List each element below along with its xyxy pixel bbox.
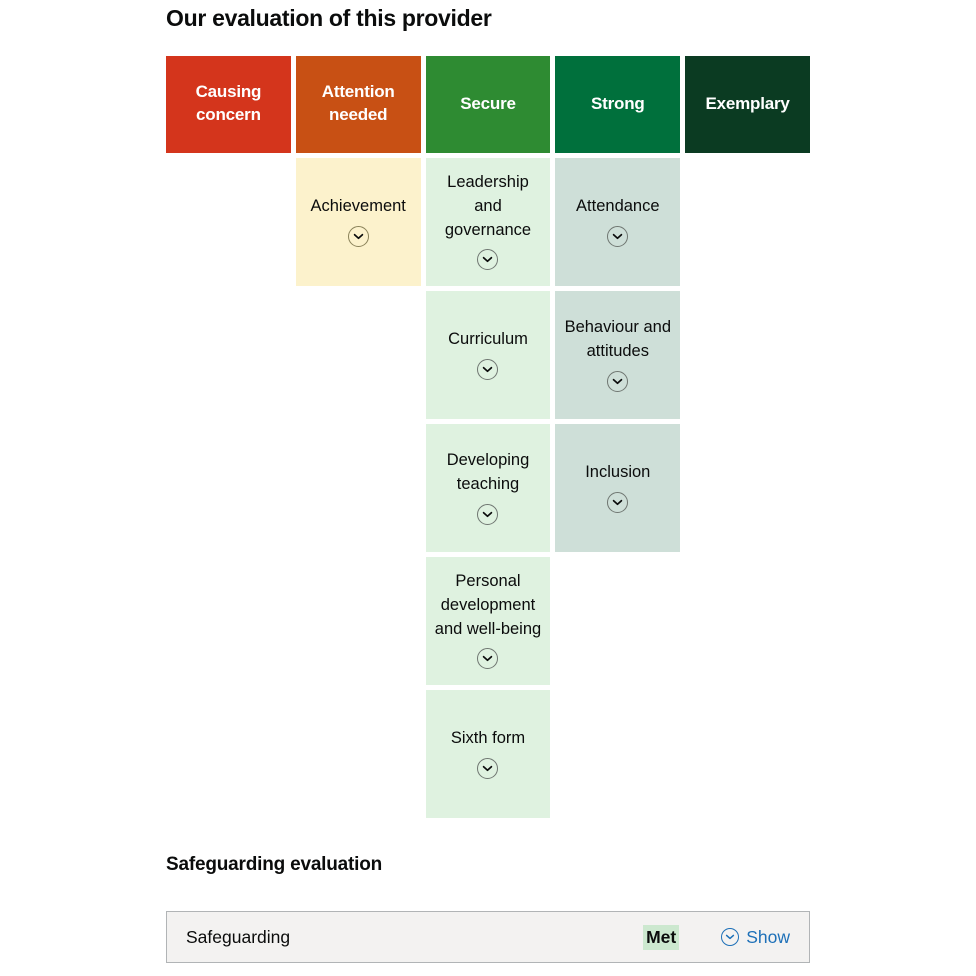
judgement-label: Behaviour and attitudes [564,317,671,360]
judgement-cell-curriculum[interactable]: Curriculum [425,290,551,419]
band-header-attention-needed: Attention needed [295,55,421,153]
judgement-cell-attendance[interactable]: Attendance [555,157,681,286]
judgement-label: Leadership and governance [444,172,532,239]
band-label: Secure [460,93,516,113]
judgement-cell-behaviour-and-attitudes[interactable]: Behaviour and attitudes [555,290,681,419]
chevron-down-icon[interactable] [477,503,499,525]
evaluation-grid: Causing concern Attention needed Secure … [166,55,810,818]
chevron-down-icon[interactable] [347,225,369,247]
judgement-cell-personal-development-and-well-being[interactable]: Personal development and well-being [425,556,551,685]
judgement-cell-leadership-and-governance[interactable]: Leadership and governance [425,157,551,286]
band-header-exemplary: Exemplary [685,55,810,153]
safeguarding-heading: Safeguarding evaluation [166,853,383,875]
chevron-down-icon[interactable] [607,491,629,513]
safeguarding-label: Safeguarding [186,926,291,947]
chevron-down-icon[interactable] [607,225,629,247]
chevron-down-icon[interactable] [477,757,499,779]
page-title: Our evaluation of this provider [166,5,492,31]
judgement-cell-achievement[interactable]: Achievement [295,157,421,286]
chevron-down-icon[interactable] [477,648,499,670]
content-wrapper: Our evaluation of this provider Causing … [166,0,810,964]
band-label: Attention needed [321,82,395,125]
judgement-label: Achievement [310,196,406,215]
safeguarding-heading-wrapper: Safeguarding evaluation [166,854,810,877]
band-header-secure: Secure [425,55,551,153]
chevron-down-circle-icon [721,928,740,947]
band-header-causing-concern: Causing concern [166,55,291,153]
safeguarding-row: Safeguarding Met Show [166,911,810,964]
judgement-label: Sixth form [450,728,526,747]
chevron-down-icon[interactable] [607,370,629,392]
safeguarding-show-toggle[interactable]: Show [721,927,790,948]
band-header-strong: Strong [555,55,681,153]
band-label: Causing concern [195,82,262,125]
evaluation-page: Our evaluation of this provider Causing … [0,0,976,976]
judgement-cell-sixth-form[interactable]: Sixth form [425,689,551,818]
judgement-label: Attendance [576,196,660,215]
chevron-down-icon[interactable] [477,358,499,380]
judgement-cell-developing-teaching[interactable]: Developing teaching [425,423,551,552]
band-label: Exemplary [705,93,790,113]
band-label: Strong [591,93,645,113]
chevron-down-icon[interactable] [477,249,499,271]
judgement-label: Curriculum [448,329,528,348]
judgement-label: Inclusion [585,462,651,481]
judgement-label: Developing teaching [446,450,530,493]
judgement-label: Personal development and well-being [434,571,542,638]
show-label: Show [746,926,790,947]
safeguarding-outcome-badge: Met [643,924,680,950]
judgement-cell-inclusion[interactable]: Inclusion [555,423,681,552]
